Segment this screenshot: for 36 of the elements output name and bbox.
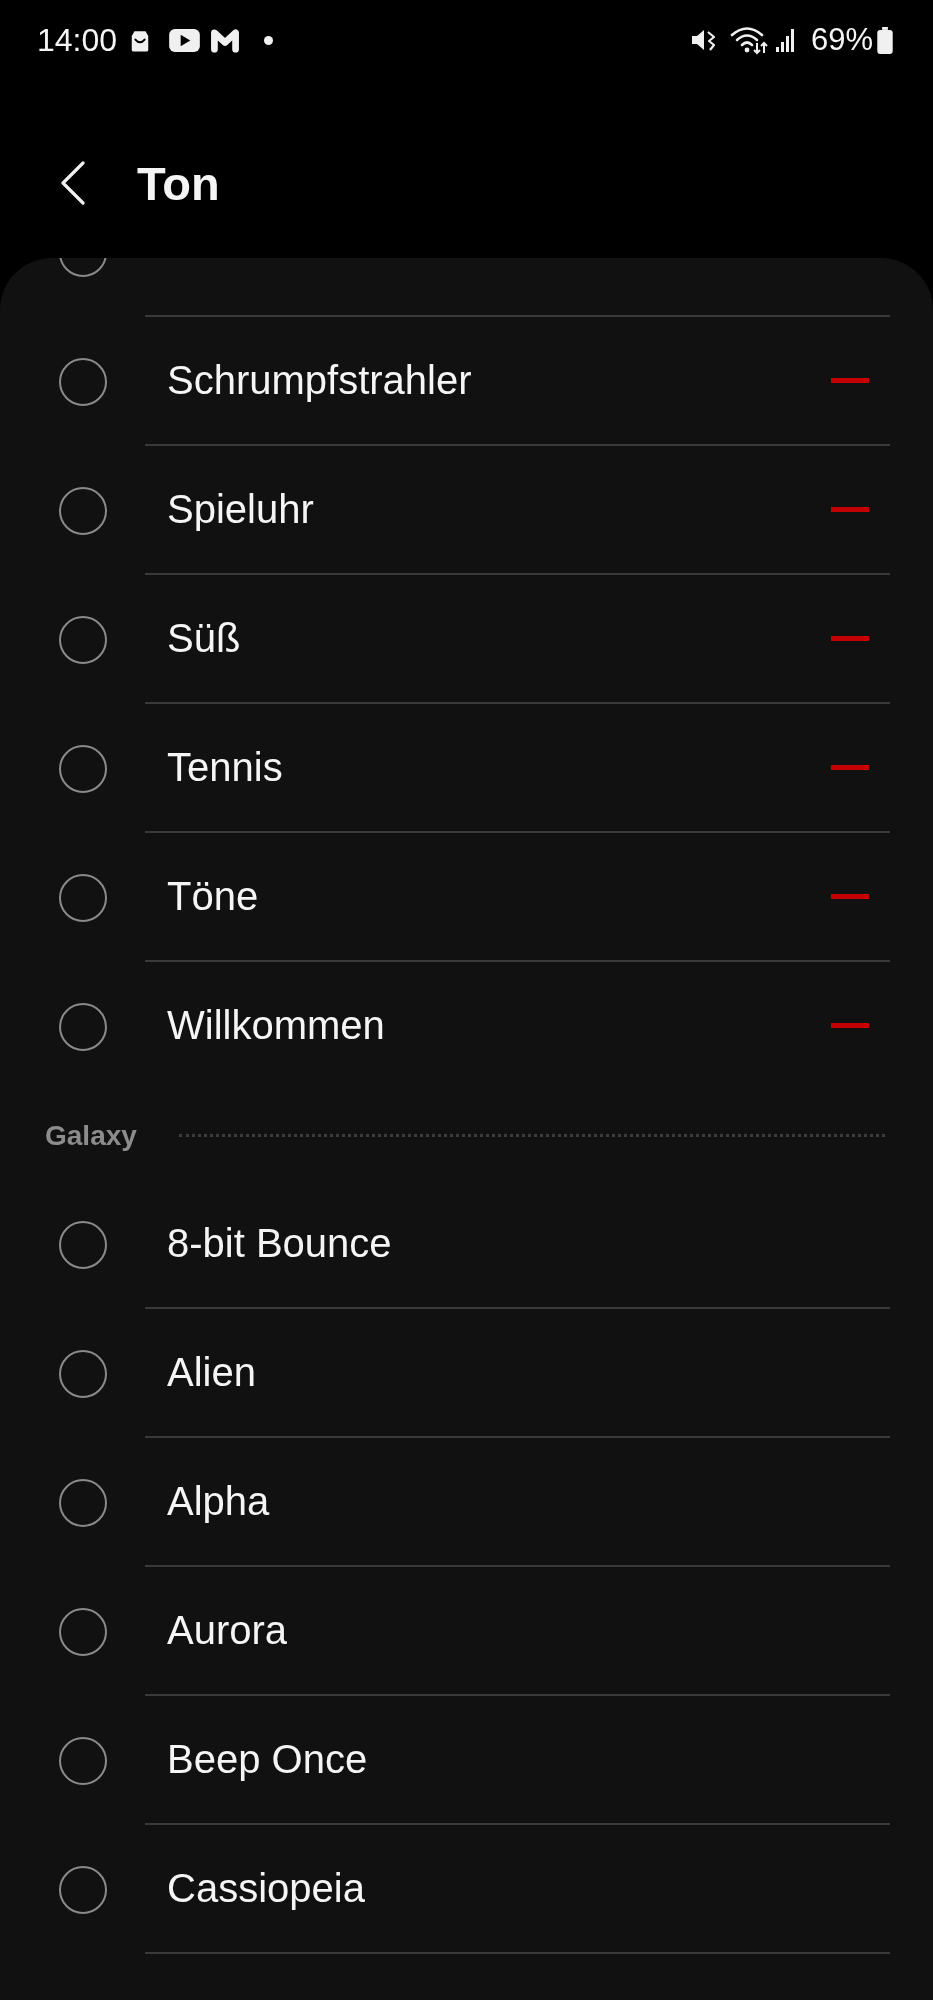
ringtone-name[interactable]: Aurora [167,1608,288,1653]
radio-button[interactable] [59,486,107,535]
radio-button[interactable] [59,1478,107,1527]
radio-button[interactable] [59,744,107,793]
ringtone-name[interactable]: Tennis [167,745,283,790]
radio-button[interactable] [59,1220,107,1269]
battery-percent: 69% [810,22,873,58]
ringtone-name[interactable]: Schrumpfstrahler [167,358,472,403]
ringtone-name[interactable]: 8-bit Bounce [167,1221,392,1266]
ringtone-name[interactable]: Spieluhr [167,487,314,532]
section-header: Galaxy [45,1119,137,1152]
back-icon [60,161,86,205]
status-time: 14:00 [37,21,118,59]
radio-button[interactable] [59,357,107,406]
radio-button[interactable] [59,1736,107,1785]
radio-button[interactable] [59,1607,107,1656]
notification-dot-icon [264,35,274,45]
ringtone-name[interactable]: Willkommen [167,1003,385,1048]
play-icon [169,28,201,52]
radio-button[interactable] [59,873,107,922]
muted-speaker-icon [689,27,716,53]
radio-button[interactable] [59,1865,107,1914]
ringtone-name[interactable]: Beep Once [167,1737,368,1782]
radio-button[interactable] [59,1349,107,1398]
ringtone-name[interactable]: Töne [167,874,259,919]
ringtone-name[interactable]: Cassiopeia [167,1866,365,1911]
wifi-icon [729,25,768,55]
radio-button[interactable] [59,615,107,664]
ringtone-name[interactable]: Süß [167,616,241,661]
ringtone-name[interactable]: Alien [167,1350,256,1395]
battery-icon [877,26,893,54]
page-title: Ton [137,155,220,211]
radio-button[interactable] [59,1002,107,1051]
signal-icon [775,28,794,52]
ringtone-name[interactable]: Alpha [167,1479,270,1524]
app-logo-icon [210,27,241,53]
